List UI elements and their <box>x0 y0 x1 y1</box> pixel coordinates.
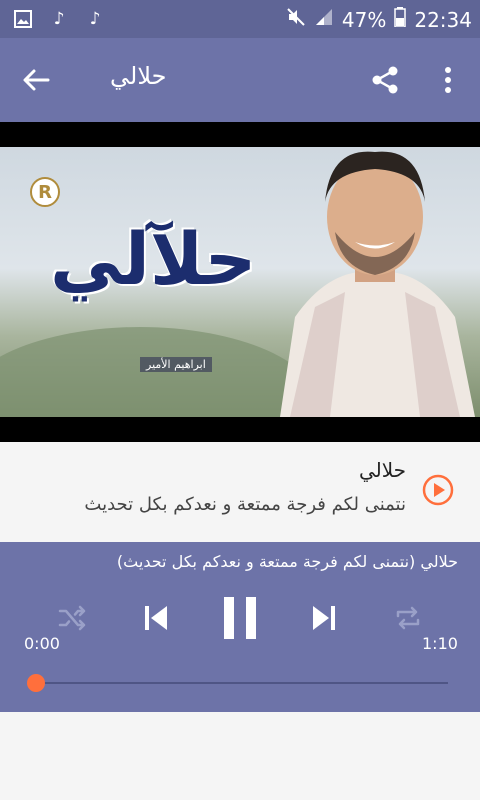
video-thumbnail: R حلآلي ابراهيم الأمير <box>0 147 480 417</box>
now-playing-text: حلالي (نتمنى لكم فرجة ممتعة و نعدكم بكل … <box>116 552 458 571</box>
status-bar: ♪ ♪ 47% 22:34 <box>0 0 480 38</box>
page-title: حلالي <box>110 62 167 90</box>
content-area <box>0 712 480 800</box>
singer-portrait <box>280 151 475 417</box>
more-vert-icon[interactable] <box>436 64 460 96</box>
previous-icon[interactable] <box>134 594 178 642</box>
pause-button[interactable] <box>218 594 262 642</box>
play-circle-icon[interactable] <box>422 474 454 506</box>
media-player-panel: حلالي (نتمنى لكم فرجة ممتعة و نعدكم بكل … <box>0 542 480 712</box>
video-player[interactable]: R حلآلي ابراهيم الأمير <box>0 122 480 442</box>
seek-bar[interactable] <box>36 682 448 684</box>
back-arrow-icon[interactable] <box>20 64 52 96</box>
thumbnail-art-subtitle: ابراهيم الأمير <box>140 357 212 372</box>
share-icon[interactable] <box>369 64 401 96</box>
total-duration: 1:10 <box>422 634 458 653</box>
track-description: نتمنى لكم فرجة ممتعة و نعدكم بكل تحديث <box>84 494 406 515</box>
brand-logo: R <box>30 177 60 207</box>
seek-bar-thumb[interactable] <box>27 674 45 692</box>
next-icon[interactable] <box>302 594 346 642</box>
battery-icon <box>394 7 407 32</box>
battery-percent: 47% <box>341 7 387 32</box>
elapsed-time: 0:00 <box>24 634 60 653</box>
track-title: حلالي <box>358 458 406 482</box>
signal-icon <box>314 7 334 32</box>
track-info[interactable]: حلالي نتمنى لكم فرجة ممتعة و نعدكم بكل ت… <box>0 442 480 542</box>
music-note-icon: ♪ <box>53 9 65 29</box>
clock: 22:34 <box>414 7 472 32</box>
mute-icon <box>286 7 306 32</box>
thumbnail-art-title: حلآلي <box>50 217 257 301</box>
music-note-icon: ♪ <box>89 9 101 29</box>
image-icon <box>14 10 32 28</box>
app-toolbar: حلالي <box>0 38 480 122</box>
